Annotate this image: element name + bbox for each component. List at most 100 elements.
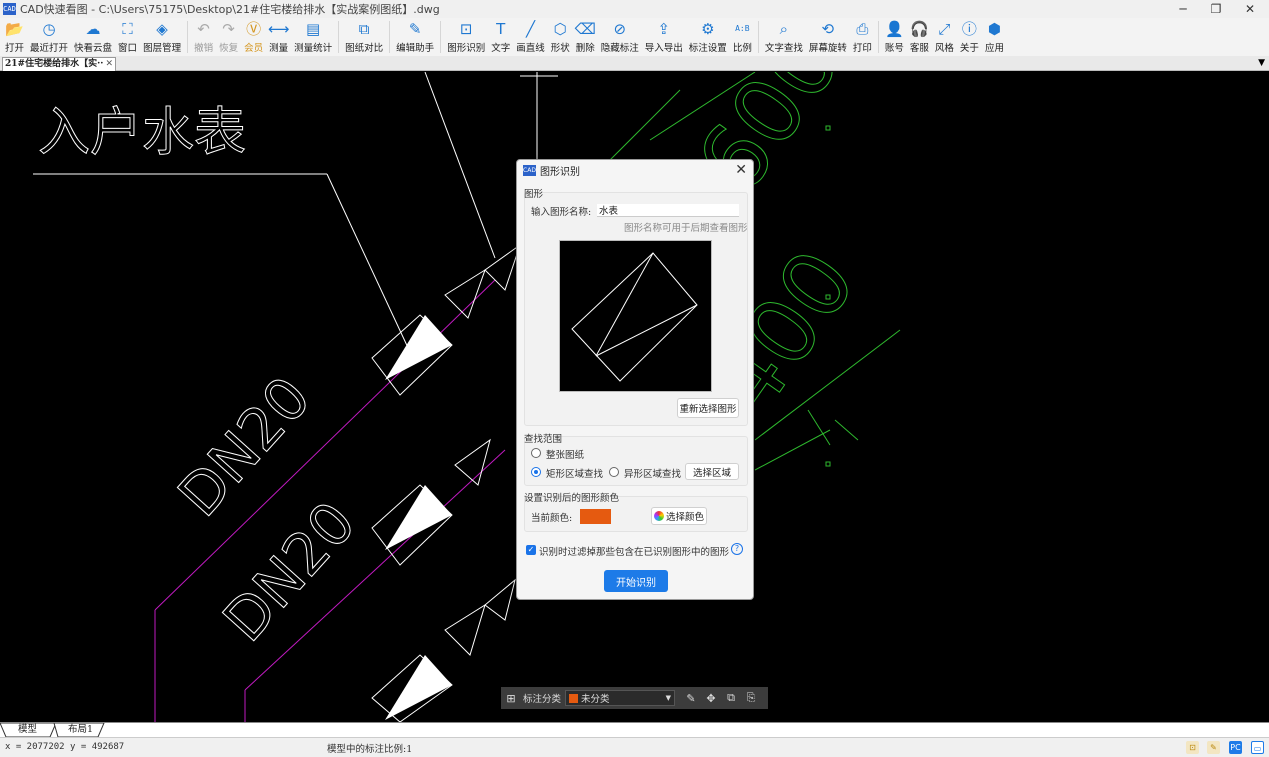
compare-button[interactable]: ⧉ 图纸对比 xyxy=(342,18,386,56)
color-wheel-icon xyxy=(653,511,664,521)
choose-color-button[interactable]: 选择颜色 xyxy=(651,507,707,525)
find-text-button[interactable]: ⌕ 文字查找 xyxy=(762,18,806,56)
copy-icon[interactable]: ⧉ xyxy=(721,691,741,705)
toolbar-separator xyxy=(877,21,879,53)
folder-icon: 📂 xyxy=(5,20,24,38)
shape-preview xyxy=(559,240,712,392)
window-button[interactable]: ⛶ 窗口 xyxy=(115,18,140,56)
account-label: 账号 xyxy=(884,43,904,54)
line-button[interactable]: ╱ 画直线 xyxy=(513,18,548,56)
text-button[interactable]: T 文字 xyxy=(488,18,513,56)
snap-icon[interactable]: ⊡ xyxy=(1186,741,1199,754)
redo-label: 恢复 xyxy=(219,43,239,54)
scope-radio-whole[interactable] xyxy=(531,448,541,458)
category-color-swatch xyxy=(569,693,579,703)
layout-tab-layout1[interactable]: 布局1 xyxy=(58,723,103,737)
dialog-close-icon[interactable]: ✕ xyxy=(735,162,747,178)
vip-button[interactable]: Ⓥ 会员 xyxy=(241,18,266,56)
apps-button[interactable]: ⬢ 应用 xyxy=(982,18,1007,56)
close-window-button[interactable]: ✕ xyxy=(1232,0,1268,18)
fullscreen-icon[interactable]: ▭ xyxy=(1251,741,1264,754)
annotation-toggle-icon[interactable]: ✎ xyxy=(1207,741,1220,754)
import-export-button[interactable]: ⇪ 导入导出 xyxy=(642,18,686,56)
filter-checkbox[interactable]: ✓ xyxy=(526,545,536,555)
about-button[interactable]: ⓘ 关于 xyxy=(957,18,982,56)
grid-icon[interactable]: ⊞ xyxy=(501,692,521,705)
cloud-label: 快看云盘 xyxy=(74,43,113,54)
hide-annotations-button[interactable]: ⊘ 隐藏标注 xyxy=(598,18,642,56)
print-button[interactable]: ⎙ 打印 xyxy=(850,18,875,56)
move-icon[interactable]: ✥ xyxy=(701,692,721,705)
open-button[interactable]: 📂 打开 xyxy=(2,18,27,56)
window-title: CAD快速看图 - C:\Users\75175\Desktop\21#住宅楼给… xyxy=(20,3,440,16)
undo-button[interactable]: ↶ 撤销 xyxy=(191,18,216,56)
measure-button[interactable]: ⟷ 测量 xyxy=(266,18,291,56)
title-bar: CAD CAD快速看图 - C:\Users\75175\Desktop\21#… xyxy=(0,0,1269,18)
meter-label: 入户水表 xyxy=(38,103,246,163)
select-area-button[interactable]: 选择区域 xyxy=(685,463,739,480)
find-text-label: 文字查找 xyxy=(764,43,803,54)
shape-recognize-icon: ⊡ xyxy=(459,20,473,38)
shape-button[interactable]: ⬡ 形状 xyxy=(548,18,573,56)
line-icon: ╱ xyxy=(525,20,535,38)
ruler-icon: ⟷ xyxy=(267,20,290,38)
layout-tab-model[interactable]: 模型 xyxy=(8,723,47,737)
export-icon: ⇪ xyxy=(657,20,671,38)
layers-button[interactable]: ◈ 图层管理 xyxy=(140,18,184,56)
layers-icon: ◈ xyxy=(156,20,168,38)
undo-icon: ↶ xyxy=(197,20,210,38)
account-button[interactable]: 👤 账号 xyxy=(882,18,907,56)
shape-recognize-button[interactable]: ⊡ 图形识别 xyxy=(444,18,488,56)
redo-button[interactable]: ↷ 恢复 xyxy=(216,18,241,56)
headset-icon: 🎧 xyxy=(910,20,929,38)
cloud-button[interactable]: ☁ 快看云盘 xyxy=(71,18,115,56)
scope-label-rect: 矩形区域查找 xyxy=(546,469,604,480)
recent-button[interactable]: ◷ 最近打开 xyxy=(27,18,71,56)
toolbar-separator xyxy=(389,21,391,53)
edit-icon[interactable]: ✎ xyxy=(681,692,701,705)
start-recognition-button[interactable]: 开始识别 xyxy=(604,570,668,592)
style-icon: ⤢ xyxy=(938,20,951,38)
help-icon[interactable]: ? xyxy=(731,543,743,555)
measure-stats-button[interactable]: ▤ 测量统计 xyxy=(291,18,335,56)
scope-radio-irregular[interactable] xyxy=(609,467,619,477)
document-tab-label: 21#住宅楼给排水【实·· xyxy=(5,59,104,69)
scale-button[interactable]: A:B 比例 xyxy=(730,18,755,56)
cloud-icon: ☁ xyxy=(85,20,101,38)
current-color-label: 当前颜色: xyxy=(531,513,573,524)
maximize-button[interactable]: ❐ xyxy=(1198,0,1234,18)
rotate-button[interactable]: ⟲ 屏幕旋转 xyxy=(806,18,850,56)
tab-list-dropdown-icon[interactable]: ▼ xyxy=(1258,58,1265,68)
edit-helper-button[interactable]: ✎ 编辑助手 xyxy=(393,18,437,56)
toolbar-separator xyxy=(757,21,759,53)
annotation-category-label: 标注分类 xyxy=(523,694,562,705)
color-group-title: 设置识别后的图形颜色 xyxy=(524,493,620,504)
style-button[interactable]: ⤢ 风格 xyxy=(932,18,957,56)
undo-label: 撤销 xyxy=(194,43,214,54)
open-label: 打开 xyxy=(5,43,25,54)
dialog-title: 图形识别 xyxy=(540,166,580,178)
scope-radio-rect[interactable] xyxy=(531,467,541,477)
current-color-swatch xyxy=(580,509,611,524)
line-label: 画直线 xyxy=(516,43,545,54)
window-icon: ⛶ xyxy=(122,20,133,38)
info-icon: ⓘ xyxy=(961,20,977,38)
document-tab-strip: 21#住宅楼给排水【实·· ✕ ▼ xyxy=(0,56,1269,71)
reselect-shape-button[interactable]: 重新选择图形 xyxy=(677,398,739,418)
settings-icon: ⚙ xyxy=(701,20,715,38)
eraser-icon: ⌫ xyxy=(574,20,596,38)
document-tab[interactable]: 21#住宅楼给排水【实·· ✕ xyxy=(2,57,116,71)
close-tab-icon[interactable]: ✕ xyxy=(105,58,113,70)
annotation-settings-button[interactable]: ⚙ 标注设置 xyxy=(686,18,730,56)
paste-icon[interactable]: ⎘ xyxy=(741,691,761,705)
minimize-button[interactable]: ─ xyxy=(1165,0,1201,18)
category-value: 未分类 xyxy=(581,694,610,705)
support-button[interactable]: 🎧 客服 xyxy=(907,18,932,56)
user-icon: 👤 xyxy=(885,20,904,38)
delete-button[interactable]: ⌫ 删除 xyxy=(573,18,598,56)
cursor-coordinates: x = 2077202 y = 492687 xyxy=(5,742,125,752)
apps-label: 应用 xyxy=(984,43,1004,54)
pc-mode-icon[interactable]: PC xyxy=(1229,741,1242,754)
shape-name-input[interactable] xyxy=(597,204,739,217)
annotation-category-select[interactable]: 未分类 ▼ xyxy=(565,690,676,706)
